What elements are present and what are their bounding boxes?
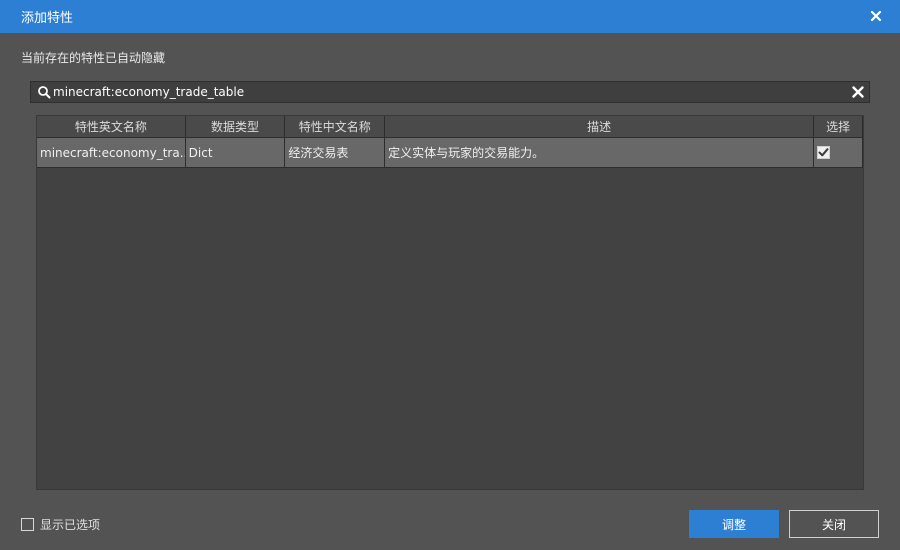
adjust-button[interactable]: 调整 <box>689 510 779 538</box>
traits-table: 特性英文名称 数据类型 特性中文名称 描述 选择 minecraft:econo… <box>36 115 864 490</box>
show-selected-option[interactable]: 显示已选项 <box>21 516 100 533</box>
table-header: 特性英文名称 数据类型 特性中文名称 描述 选择 <box>37 116 864 138</box>
hidden-notice: 当前存在的特性已自动隐藏 <box>21 51 166 65</box>
show-selected-checkbox[interactable] <box>21 518 34 531</box>
cell-select <box>814 138 864 168</box>
col-header-type[interactable]: 数据类型 <box>185 116 286 138</box>
cell-name-cn: 经济交易表 <box>285 138 386 168</box>
search-icon <box>38 86 51 99</box>
window-title: 添加特性 <box>21 11 74 26</box>
search-input[interactable] <box>53 82 843 102</box>
close-button[interactable]: 关闭 <box>789 510 879 538</box>
clear-search-icon[interactable] <box>850 84 866 100</box>
checkmark-icon <box>818 148 829 157</box>
window-titlebar: 添加特性 <box>0 0 900 33</box>
col-header-description[interactable]: 描述 <box>385 116 815 138</box>
col-header-select[interactable]: 选择 <box>814 116 864 138</box>
cell-name-en: minecraft:economy_tra... <box>37 138 186 168</box>
col-header-name-en[interactable]: 特性英文名称 <box>37 116 186 138</box>
col-header-name-cn[interactable]: 特性中文名称 <box>285 116 386 138</box>
search-bar <box>30 81 870 103</box>
cell-type: Dict <box>185 138 286 168</box>
cell-description: 定义实体与玩家的交易能力。 <box>385 138 815 168</box>
select-checkbox[interactable] <box>817 146 831 159</box>
table-row[interactable]: minecraft:economy_tra... Dict 经济交易表 定义实体… <box>37 138 864 168</box>
close-icon[interactable] <box>868 8 884 24</box>
show-selected-label: 显示已选项 <box>40 518 101 532</box>
